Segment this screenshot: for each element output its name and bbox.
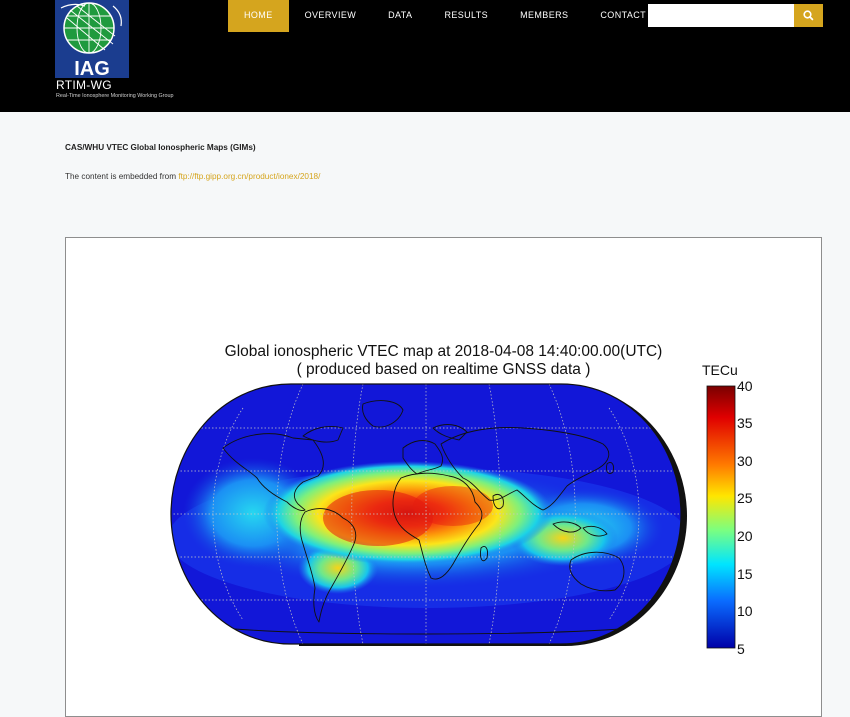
colorbar-tick: 20: [737, 528, 753, 544]
embed-note: The content is embedded from ftp://ftp.g…: [65, 172, 320, 181]
logo-text: IAG: [74, 58, 110, 78]
colorbar-unit: TECu: [702, 362, 738, 378]
colorbar-tick: 5: [737, 641, 745, 657]
site-tagline: Real-Time Ionosphere Monitoring Working …: [56, 93, 174, 99]
colorbar-tick: 10: [737, 603, 753, 619]
embed-source-link[interactable]: ftp://ftp.gipp.org.cn/product/ionex/2018…: [178, 172, 320, 181]
site-name[interactable]: RTIM-WG: [56, 78, 112, 92]
embed-prefix: The content is embedded from: [65, 172, 179, 181]
vtec-world-map: [170, 383, 687, 646]
colorbar-tick: 25: [737, 490, 753, 506]
search-button[interactable]: [794, 4, 823, 27]
nav-item-overview[interactable]: OVERVIEW: [289, 0, 373, 32]
nav-item-results[interactable]: RESULTS: [428, 0, 504, 32]
colorbar: [706, 385, 736, 649]
search-input[interactable]: [648, 4, 794, 27]
site-header: IAG RTIM-WG Real-Time Ionosphere Monitor…: [0, 0, 850, 112]
nav-item-members[interactable]: MEMBERS: [504, 0, 584, 32]
embedded-map-frame: Global ionospheric VTEC map at 2018-04-0…: [65, 237, 822, 717]
nav-item-data[interactable]: DATA: [372, 0, 428, 32]
colorbar-tick: 30: [737, 453, 753, 469]
colorbar-tick: 35: [737, 415, 753, 431]
colorbar-tick: 15: [737, 566, 753, 582]
colorbar-tick: 40: [737, 378, 753, 394]
main-nav: HOME OVERVIEW DATA RESULTS MEMBERS CONTA…: [228, 0, 662, 32]
page-title: CAS/WHU VTEC Global Ionospheric Maps (GI…: [65, 143, 256, 152]
search-icon: [803, 10, 814, 21]
iag-logo[interactable]: IAG: [55, 0, 129, 78]
map-title: Global ionospheric VTEC map at 2018-04-0…: [224, 343, 663, 360]
nav-item-home[interactable]: HOME: [228, 0, 289, 32]
